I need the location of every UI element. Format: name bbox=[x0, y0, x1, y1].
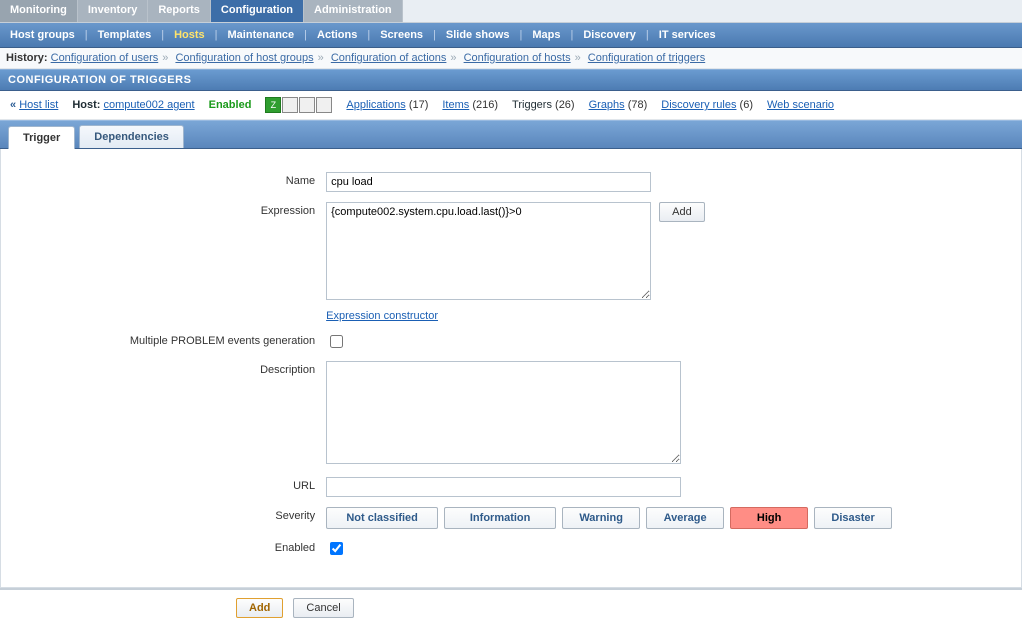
triggers-count: (26) bbox=[555, 99, 575, 111]
graphs-link[interactable]: Graphs bbox=[589, 99, 625, 111]
form-tabs-wrap: Trigger Dependencies bbox=[0, 120, 1022, 149]
subnav-actions[interactable]: Actions bbox=[315, 29, 359, 41]
zabbix-agent-icon: Z bbox=[265, 97, 281, 113]
severity-information[interactable]: Information bbox=[444, 507, 556, 529]
name-input[interactable] bbox=[326, 172, 651, 192]
host-status: Enabled bbox=[209, 99, 252, 111]
history-item[interactable]: Configuration of users bbox=[51, 52, 159, 64]
triggers-label: Triggers bbox=[512, 99, 552, 111]
discovery-rules-link[interactable]: Discovery rules bbox=[661, 99, 736, 111]
page-title: CONFIGURATION OF TRIGGERS bbox=[0, 69, 1022, 91]
main-nav-administration[interactable]: Administration bbox=[304, 0, 403, 22]
name-label: Name bbox=[129, 171, 325, 193]
main-nav-monitoring[interactable]: Monitoring bbox=[0, 0, 78, 22]
host-label: Host: bbox=[72, 99, 100, 111]
main-nav-reports[interactable]: Reports bbox=[148, 0, 211, 22]
back-link-wrap: « Host list bbox=[10, 99, 58, 111]
history-item[interactable]: Configuration of actions bbox=[331, 52, 447, 64]
host-name-link[interactable]: compute002 agent bbox=[103, 99, 194, 111]
main-nav-filler bbox=[403, 0, 1022, 22]
subnav-discovery[interactable]: Discovery bbox=[581, 29, 638, 41]
interface-icons: Z bbox=[265, 97, 332, 113]
tab-trigger[interactable]: Trigger bbox=[8, 126, 75, 149]
severity-warning[interactable]: Warning bbox=[562, 507, 640, 529]
history-bar: History: Configuration of users» Configu… bbox=[0, 48, 1022, 69]
host-link-graphs: Graphs (78) bbox=[589, 99, 648, 111]
applications-count: (17) bbox=[409, 99, 429, 111]
url-input[interactable] bbox=[326, 477, 681, 497]
severity-label: Severity bbox=[129, 506, 325, 530]
severity-average[interactable]: Average bbox=[646, 507, 724, 529]
action-bar: Add Cancel bbox=[0, 588, 1022, 626]
host-link-items: Items (216) bbox=[442, 99, 498, 111]
subnav-maintenance[interactable]: Maintenance bbox=[226, 29, 297, 41]
subnav-screens[interactable]: Screens bbox=[378, 29, 425, 41]
main-nav-inventory[interactable]: Inventory bbox=[78, 0, 149, 22]
expression-label: Expression bbox=[129, 201, 325, 301]
enabled-checkbox[interactable] bbox=[330, 542, 343, 555]
host-info-row: « Host list Host: compute002 agent Enabl… bbox=[0, 91, 1022, 120]
main-nav: Monitoring Inventory Reports Configurati… bbox=[0, 0, 1022, 23]
host-link-triggers: Triggers (26) bbox=[512, 99, 575, 111]
subnav-maps[interactable]: Maps bbox=[530, 29, 562, 41]
host-list-link[interactable]: Host list bbox=[19, 99, 58, 111]
history-item[interactable]: Configuration of triggers bbox=[588, 52, 705, 64]
multiple-problem-label: Multiple PROBLEM events generation bbox=[129, 331, 325, 352]
subnav-templates[interactable]: Templates bbox=[96, 29, 154, 41]
enabled-label: Enabled bbox=[129, 538, 325, 559]
add-button[interactable]: Add bbox=[236, 598, 283, 618]
trigger-form: Name Expression {compute002.system.cpu.l… bbox=[0, 149, 1022, 588]
severity-not-classified[interactable]: Not classified bbox=[326, 507, 438, 529]
host-link-web: Web scenario bbox=[767, 99, 834, 111]
discovery-count: (6) bbox=[740, 99, 753, 111]
cancel-button[interactable]: Cancel bbox=[293, 598, 353, 618]
graphs-count: (78) bbox=[628, 99, 648, 111]
url-label: URL bbox=[129, 476, 325, 498]
host-link-applications: Applications (17) bbox=[346, 99, 428, 111]
web-scenarios-link[interactable]: Web scenario bbox=[767, 99, 834, 111]
description-label: Description bbox=[129, 360, 325, 468]
ipmi-icon bbox=[316, 97, 332, 113]
sub-nav: Host groups| Templates| Hosts| Maintenan… bbox=[0, 23, 1022, 48]
main-nav-configuration[interactable]: Configuration bbox=[211, 0, 304, 22]
expression-add-button[interactable]: Add bbox=[659, 202, 705, 222]
description-textarea[interactable] bbox=[326, 361, 681, 464]
subnav-it-services[interactable]: IT services bbox=[657, 29, 718, 41]
expression-textarea[interactable]: {compute002.system.cpu.load.last()}>0 bbox=[326, 202, 651, 300]
subnav-slide-shows[interactable]: Slide shows bbox=[444, 29, 512, 41]
items-count: (216) bbox=[472, 99, 498, 111]
host-name-wrap: Host: compute002 agent bbox=[72, 99, 194, 111]
subnav-hosts[interactable]: Hosts bbox=[172, 29, 207, 41]
severity-group: Not classified Information Warning Avera… bbox=[326, 507, 892, 529]
snmp-icon bbox=[282, 97, 298, 113]
items-link[interactable]: Items bbox=[442, 99, 469, 111]
history-label: History: bbox=[6, 52, 48, 64]
expression-constructor-link[interactable]: Expression constructor bbox=[326, 310, 438, 322]
form-tabs: Trigger Dependencies bbox=[8, 125, 1022, 148]
severity-high[interactable]: High bbox=[730, 507, 808, 529]
host-link-discovery: Discovery rules (6) bbox=[661, 99, 753, 111]
multiple-problem-checkbox[interactable] bbox=[330, 335, 343, 348]
severity-disaster[interactable]: Disaster bbox=[814, 507, 892, 529]
jmx-icon bbox=[299, 97, 315, 113]
applications-link[interactable]: Applications bbox=[346, 99, 405, 111]
subnav-host-groups[interactable]: Host groups bbox=[8, 29, 77, 41]
history-item[interactable]: Configuration of host groups bbox=[175, 52, 313, 64]
history-item[interactable]: Configuration of hosts bbox=[464, 52, 571, 64]
tab-dependencies[interactable]: Dependencies bbox=[79, 125, 184, 148]
